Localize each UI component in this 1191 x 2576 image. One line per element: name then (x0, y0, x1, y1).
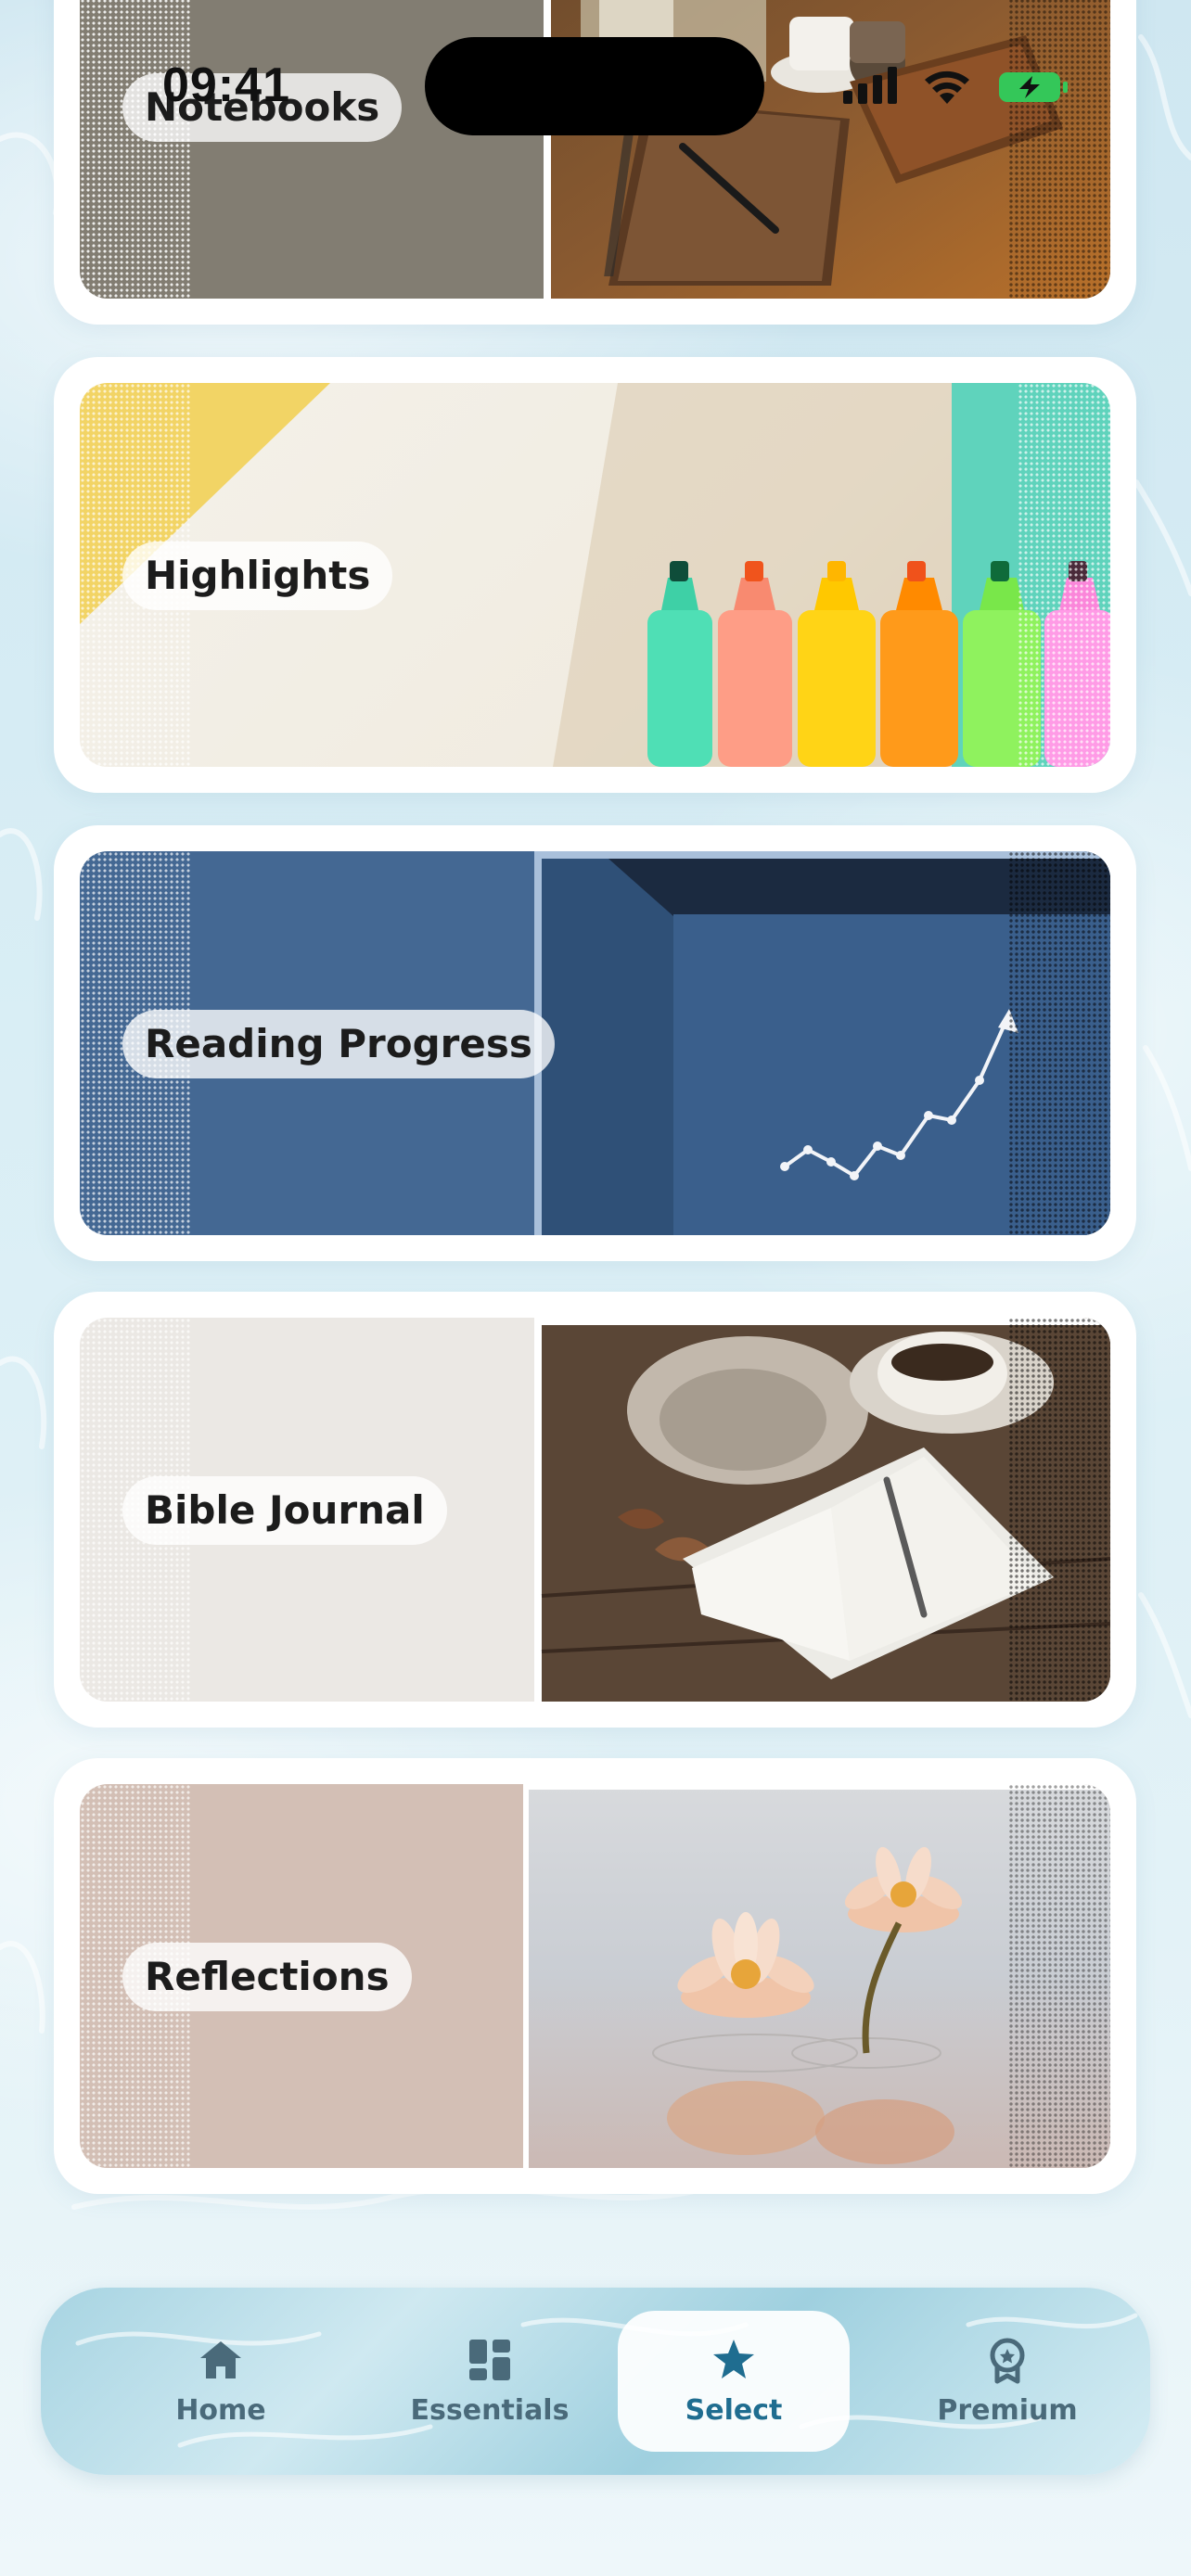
collection-card-highlights[interactable]: Highlights (54, 357, 1136, 793)
card-label-reflections: Reflections (122, 1943, 412, 2011)
status-bar: 09:41 (0, 0, 1191, 139)
nav-item-home[interactable]: Home (105, 2311, 337, 2452)
card-label-highlights: Highlights (122, 542, 393, 610)
collection-card-reading-progress[interactable]: Reading Progress (54, 825, 1136, 1261)
card-label-bible-journal: Bible Journal (122, 1476, 447, 1545)
home-icon (200, 2341, 241, 2378)
nav-item-premium[interactable]: Premium (891, 2311, 1123, 2452)
battery-charging-icon (999, 72, 1068, 102)
nav-label-premium: Premium (937, 2394, 1078, 2427)
collection-card-reflections[interactable]: Reflections (54, 1758, 1136, 2194)
nav-item-select[interactable]: Select (618, 2311, 850, 2452)
dashboard-icon (469, 2340, 510, 2380)
bottom-nav: Home Essentials Select Premium (41, 2288, 1150, 2475)
nav-label-select: Select (685, 2394, 783, 2427)
nav-label-essentials: Essentials (410, 2394, 570, 2427)
card-label-reading-progress: Reading Progress (122, 1010, 555, 1078)
collection-card-bible-journal[interactable]: Bible Journal (54, 1292, 1136, 1728)
cellular-signal-icon (843, 67, 897, 104)
dynamic-island (425, 37, 764, 135)
nav-label-home: Home (175, 2394, 266, 2427)
status-icons (839, 63, 1071, 109)
award-badge-icon (990, 2338, 1025, 2384)
nav-item-essentials[interactable]: Essentials (374, 2311, 606, 2452)
status-time: 09:41 (162, 58, 290, 112)
wifi-icon (925, 70, 969, 104)
star-icon (713, 2340, 754, 2378)
